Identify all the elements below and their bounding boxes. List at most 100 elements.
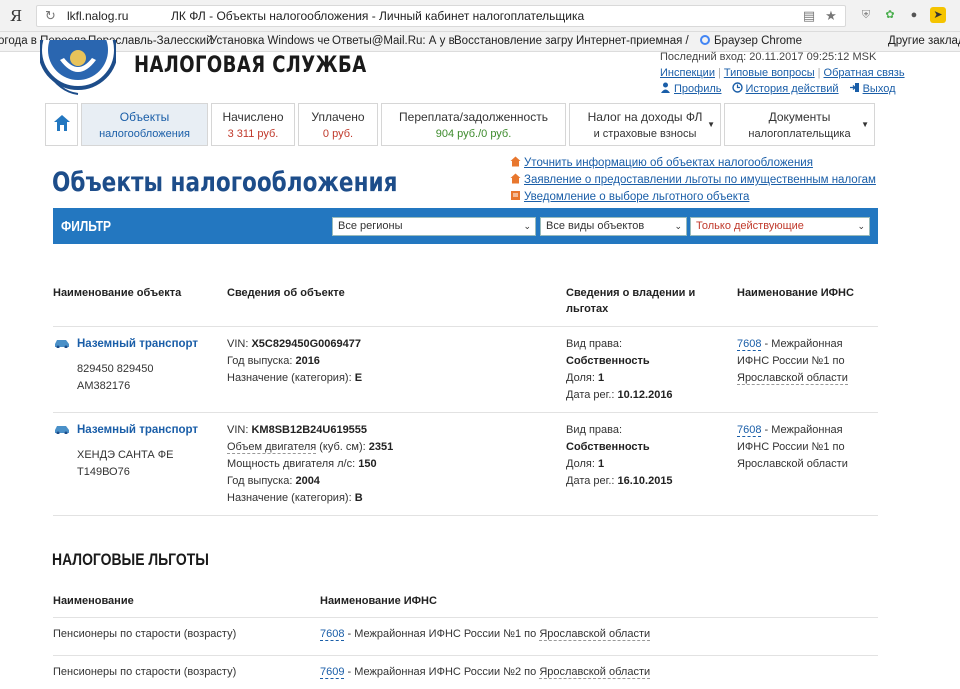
last-login-text: Последний вход: 20.11.2017 09:25:12 MSK [660, 51, 877, 63]
benefits-title: НАЛОГОВЫЕ ЛЬГОТЫ [52, 550, 209, 569]
benefit-ifns: 7609 - Межрайонная ИФНС России №2 по Яро… [320, 666, 651, 679]
profile-link-wrap[interactable]: Профиль [660, 82, 722, 95]
side-link-row[interactable]: Заявление о предоставлении льготы по иму… [510, 172, 876, 189]
logout-link-wrap[interactable]: Выход [849, 82, 896, 95]
benefit-name: Пенсионеры по старости (возрасту) [53, 666, 237, 678]
faq-link[interactable]: Типовые вопросы [724, 67, 815, 79]
table-row-object-name[interactable]: Наземный транспорт [53, 422, 198, 439]
ownership-type-label: Вид права: [566, 338, 623, 350]
bulb-icon[interactable]: ● [906, 7, 922, 23]
logout-icon [849, 83, 859, 92]
reader-icon[interactable]: ▤ [801, 8, 817, 24]
star-icon[interactable]: ★ [823, 8, 839, 24]
tab-income-tax[interactable]: Налог на доходы ФЛ и страховые взносы ▼ [569, 103, 721, 146]
clock-icon [731, 82, 743, 93]
ifns-cell: 7608 - Межрайонная [737, 424, 843, 437]
history-link-wrap[interactable]: История действий [731, 82, 839, 95]
address-bar[interactable]: ↻ lkfl.nalog.ru ЛК ФЛ - Объекты налогооб… [36, 5, 846, 27]
ifns-region-link[interactable]: Ярославской области [539, 628, 651, 641]
region-select[interactable]: Все регионы ⌄ [332, 217, 536, 236]
tab-charged[interactable]: Начислено 3 311 руб. [211, 103, 295, 146]
object-year: Год выпуска: 2016 [227, 355, 320, 367]
object-vin: VIN: KM8SB12B24U619555 [227, 424, 368, 436]
benefit-notice-link[interactable]: Уведомление о выборе льготного объекта [524, 191, 749, 203]
ownership-type: Собственность [566, 441, 650, 453]
divider [53, 617, 878, 618]
divider [53, 655, 878, 656]
object-category: Назначение (категория): E [227, 372, 363, 384]
side-links: Уточнить информацию об объектах налогооб… [510, 155, 876, 206]
col-header-object-info: Сведения об объекте [227, 287, 345, 299]
engine-volume-hint[interactable]: Объем двигателя [227, 441, 317, 454]
account-links: Профиль История действий Выход [660, 82, 896, 95]
google-icon [700, 35, 710, 45]
object-desc: АМ382176 [77, 380, 131, 392]
bookmark-item[interactable]: Восстановление загру [454, 32, 573, 51]
yandex-logo[interactable]: Я [10, 7, 22, 25]
object-type-select[interactable]: Все виды объектов ⌄ [540, 217, 687, 236]
benefit-application-link[interactable]: Заявление о предоставлении льготы по иму… [524, 174, 876, 186]
logout-link[interactable]: Выход [863, 83, 896, 95]
page-tab-title: ЛК ФЛ - Объекты налогообложения - Личный… [171, 9, 585, 23]
profile-link[interactable]: Профиль [674, 83, 722, 95]
bookmark-item[interactable]: Другие заклад [888, 32, 960, 51]
document-orange-icon [511, 191, 520, 200]
page-title: Объекты налогообложения [52, 167, 398, 198]
tab-overpayment[interactable]: Переплата/задолженность 904 руб./0 руб. [381, 103, 566, 146]
home-orange-icon [510, 156, 521, 167]
ifns-code-link[interactable]: 7608 [320, 628, 345, 641]
tab-objects[interactable]: Объекты налогообложения [81, 103, 208, 146]
ownership-type: Собственность [566, 355, 650, 367]
clarify-objects-link[interactable]: Уточнить информацию об объектах налогооб… [524, 157, 813, 169]
feedback-link[interactable]: Обратная связь [824, 67, 905, 79]
home-icon [53, 115, 70, 131]
top-links: Инспекции | Типовые вопросы | Обратная связь [660, 67, 905, 79]
ifns-region-link[interactable]: Ярославской области [737, 372, 848, 385]
bookmark-item[interactable]: Браузер Chrome [700, 32, 802, 51]
benefit-name: Пенсионеры по старости (возрасту) [53, 628, 237, 640]
table-row-object-name[interactable]: Наземный транспорт [53, 336, 198, 353]
object-desc: 829450 829450 [77, 363, 154, 375]
ifns-cell: ИФНС России №1 по [737, 441, 845, 453]
object-power: Мощность двигателя л/с: 150 [227, 458, 377, 470]
cursor-ext-icon[interactable]: ➤ [930, 7, 946, 23]
object-category: Назначение (категория): B [227, 492, 363, 504]
ifns-code-link[interactable]: 7608 [737, 424, 762, 437]
bookmark-item[interactable]: Ответы@Mail.Ru: А у в [332, 32, 455, 51]
ifns-code-link[interactable]: 7609 [320, 666, 345, 679]
ifns-cell: ИФНС России №1 по [737, 355, 845, 367]
bookmark-item[interactable]: Интернет-приемная / [576, 32, 689, 51]
bookmark-item[interactable]: Установка Windows че [210, 32, 330, 51]
tab-home[interactable] [45, 103, 78, 146]
status-select[interactable]: Только действующие ⌄ [690, 217, 870, 236]
filter-label: ФИЛЬТР [61, 218, 112, 235]
shield-icon[interactable]: ⛨ [858, 7, 874, 23]
side-link-row[interactable]: Уведомление о выборе льготного объекта [510, 189, 876, 206]
ifns-region-link[interactable]: Ярославской области [539, 666, 651, 679]
reload-icon[interactable]: ↻ [45, 6, 56, 26]
leaf-icon[interactable]: ✿ [882, 7, 898, 23]
browser-toolbar: Я ↻ lkfl.nalog.ru ЛК ФЛ - Объекты налого… [0, 0, 960, 32]
main-tabs: Объекты налогообложения Начислено 3 311 ру… [45, 103, 878, 146]
col-header-ifns: Наименование ИФНС [737, 287, 854, 299]
tab-paid[interactable]: Уплачено 0 руб. [298, 103, 378, 146]
ifns-cell: Ярославской области [737, 458, 848, 470]
inspections-link[interactable]: Инспекции [660, 67, 715, 79]
chevron-down-icon: ▼ [861, 120, 869, 129]
registration-date: Дата рег.: 16.10.2015 [566, 475, 673, 487]
ifns-code-link[interactable]: 7608 [737, 338, 762, 351]
car-icon [55, 426, 69, 434]
col-header-benefit-ifns: Наименование ИФНС [320, 595, 437, 607]
side-link-row[interactable]: Уточнить информацию об объектах налогооб… [510, 155, 876, 172]
user-icon [661, 82, 670, 93]
chevron-down-icon: ▼ [707, 120, 715, 129]
ownership-share: Доля: 1 [566, 372, 605, 384]
object-vin: VIN: X5C829450G0069477 [227, 338, 361, 350]
fns-emblem-logo[interactable] [40, 40, 116, 98]
registration-date: Дата рег.: 10.12.2016 [566, 389, 673, 401]
tab-documents[interactable]: Документы налогоплательщика ▼ [724, 103, 875, 146]
history-link[interactable]: История действий [746, 83, 839, 95]
ifns-cell: 7608 - Межрайонная [737, 338, 843, 351]
benefit-ifns: 7608 - Межрайонная ИФНС России №1 по Яро… [320, 628, 651, 641]
ifns-cell: Ярославской области [737, 370, 848, 387]
